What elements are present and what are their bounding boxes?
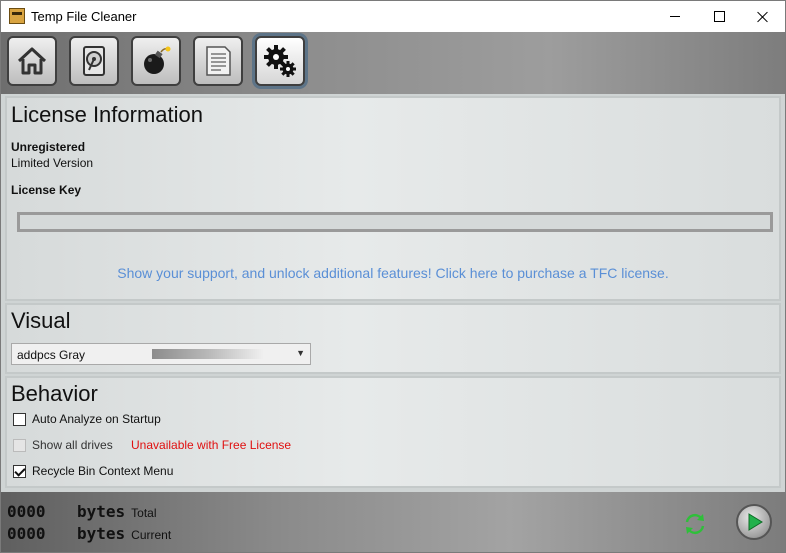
auto-analyze-checkbox[interactable] (13, 412, 26, 426)
minimize-button[interactable] (653, 1, 697, 32)
visual-section: Visual addpcs Gray ▼ (5, 303, 781, 374)
recycle-bin-menu-checkbox[interactable] (13, 464, 26, 478)
title-bar[interactable]: Temp File Cleaner (1, 1, 785, 32)
current-bytes-unit: bytes (77, 524, 126, 543)
theme-preview-swatch (152, 349, 264, 359)
bomb-icon (144, 46, 171, 74)
log-document-icon (206, 46, 231, 76)
start-clean-button[interactable] (736, 504, 772, 540)
auto-analyze-option[interactable]: Auto Analyze on Startup (13, 411, 161, 427)
show-all-drives-label: Show all drives (32, 438, 113, 452)
shred-button[interactable] (131, 36, 181, 86)
total-bytes-readout: 0000 bytes Total (7, 502, 157, 524)
close-icon (757, 11, 769, 23)
current-bytes-value: 0000 (7, 524, 46, 543)
current-bytes-readout: 0000 bytes Current (7, 524, 171, 546)
license-key-input[interactable] (17, 212, 773, 232)
show-all-drives-option: Show all drives (13, 437, 113, 453)
free-license-warning: Unavailable with Free License (131, 438, 292, 452)
maximize-icon (713, 11, 725, 22)
recycle-bin-menu-option[interactable]: Recycle Bin Context Menu (13, 463, 173, 479)
theme-select[interactable]: addpcs Gray ▼ (11, 343, 311, 365)
recycle-bin-menu-label: Recycle Bin Context Menu (32, 464, 174, 478)
home-icon (17, 47, 47, 75)
license-version: Limited Version (11, 156, 94, 170)
show-all-drives-checkbox (13, 438, 26, 452)
license-status: Unregistered (11, 140, 86, 154)
settings-panel: License Information Unregistered Limited… (1, 94, 785, 492)
app-window: Temp File Cleaner License Information Un… (0, 0, 786, 553)
hard-drive-icon (83, 46, 105, 76)
behavior-heading: Behavior (11, 381, 98, 406)
close-button[interactable] (741, 1, 785, 32)
app-icon (9, 8, 25, 24)
behavior-section: Behavior Auto Analyze on Startup Show al… (5, 376, 781, 488)
home-button[interactable] (7, 36, 57, 86)
total-bytes-value: 0000 (7, 502, 46, 521)
refresh-icon[interactable] (682, 511, 708, 537)
theme-select-value: addpcs Gray (17, 348, 86, 362)
log-button[interactable] (193, 36, 243, 86)
total-bytes-label: Total (131, 506, 157, 520)
total-bytes-unit: bytes (77, 502, 126, 521)
visual-heading: Visual (11, 308, 71, 333)
drive-button[interactable] (69, 36, 119, 86)
current-bytes-label: Current (131, 528, 172, 542)
chevron-down-icon: ▼ (296, 348, 305, 358)
license-section: License Information Unregistered Limited… (5, 96, 781, 301)
purchase-license-link[interactable]: Show your support, and unlock additional… (7, 265, 779, 281)
status-bar: 0000 bytes Total 0000 bytes Current (1, 492, 785, 552)
window-title: Temp File Cleaner (31, 9, 137, 24)
license-key-label: License Key (11, 183, 82, 197)
license-heading: License Information (11, 102, 203, 127)
settings-button[interactable] (255, 36, 305, 86)
maximize-button[interactable] (697, 1, 741, 32)
toolbar (1, 32, 785, 94)
minimize-icon (670, 16, 680, 17)
auto-analyze-label: Auto Analyze on Startup (32, 412, 161, 426)
settings-gears-icon (264, 45, 296, 77)
play-icon (748, 513, 763, 531)
